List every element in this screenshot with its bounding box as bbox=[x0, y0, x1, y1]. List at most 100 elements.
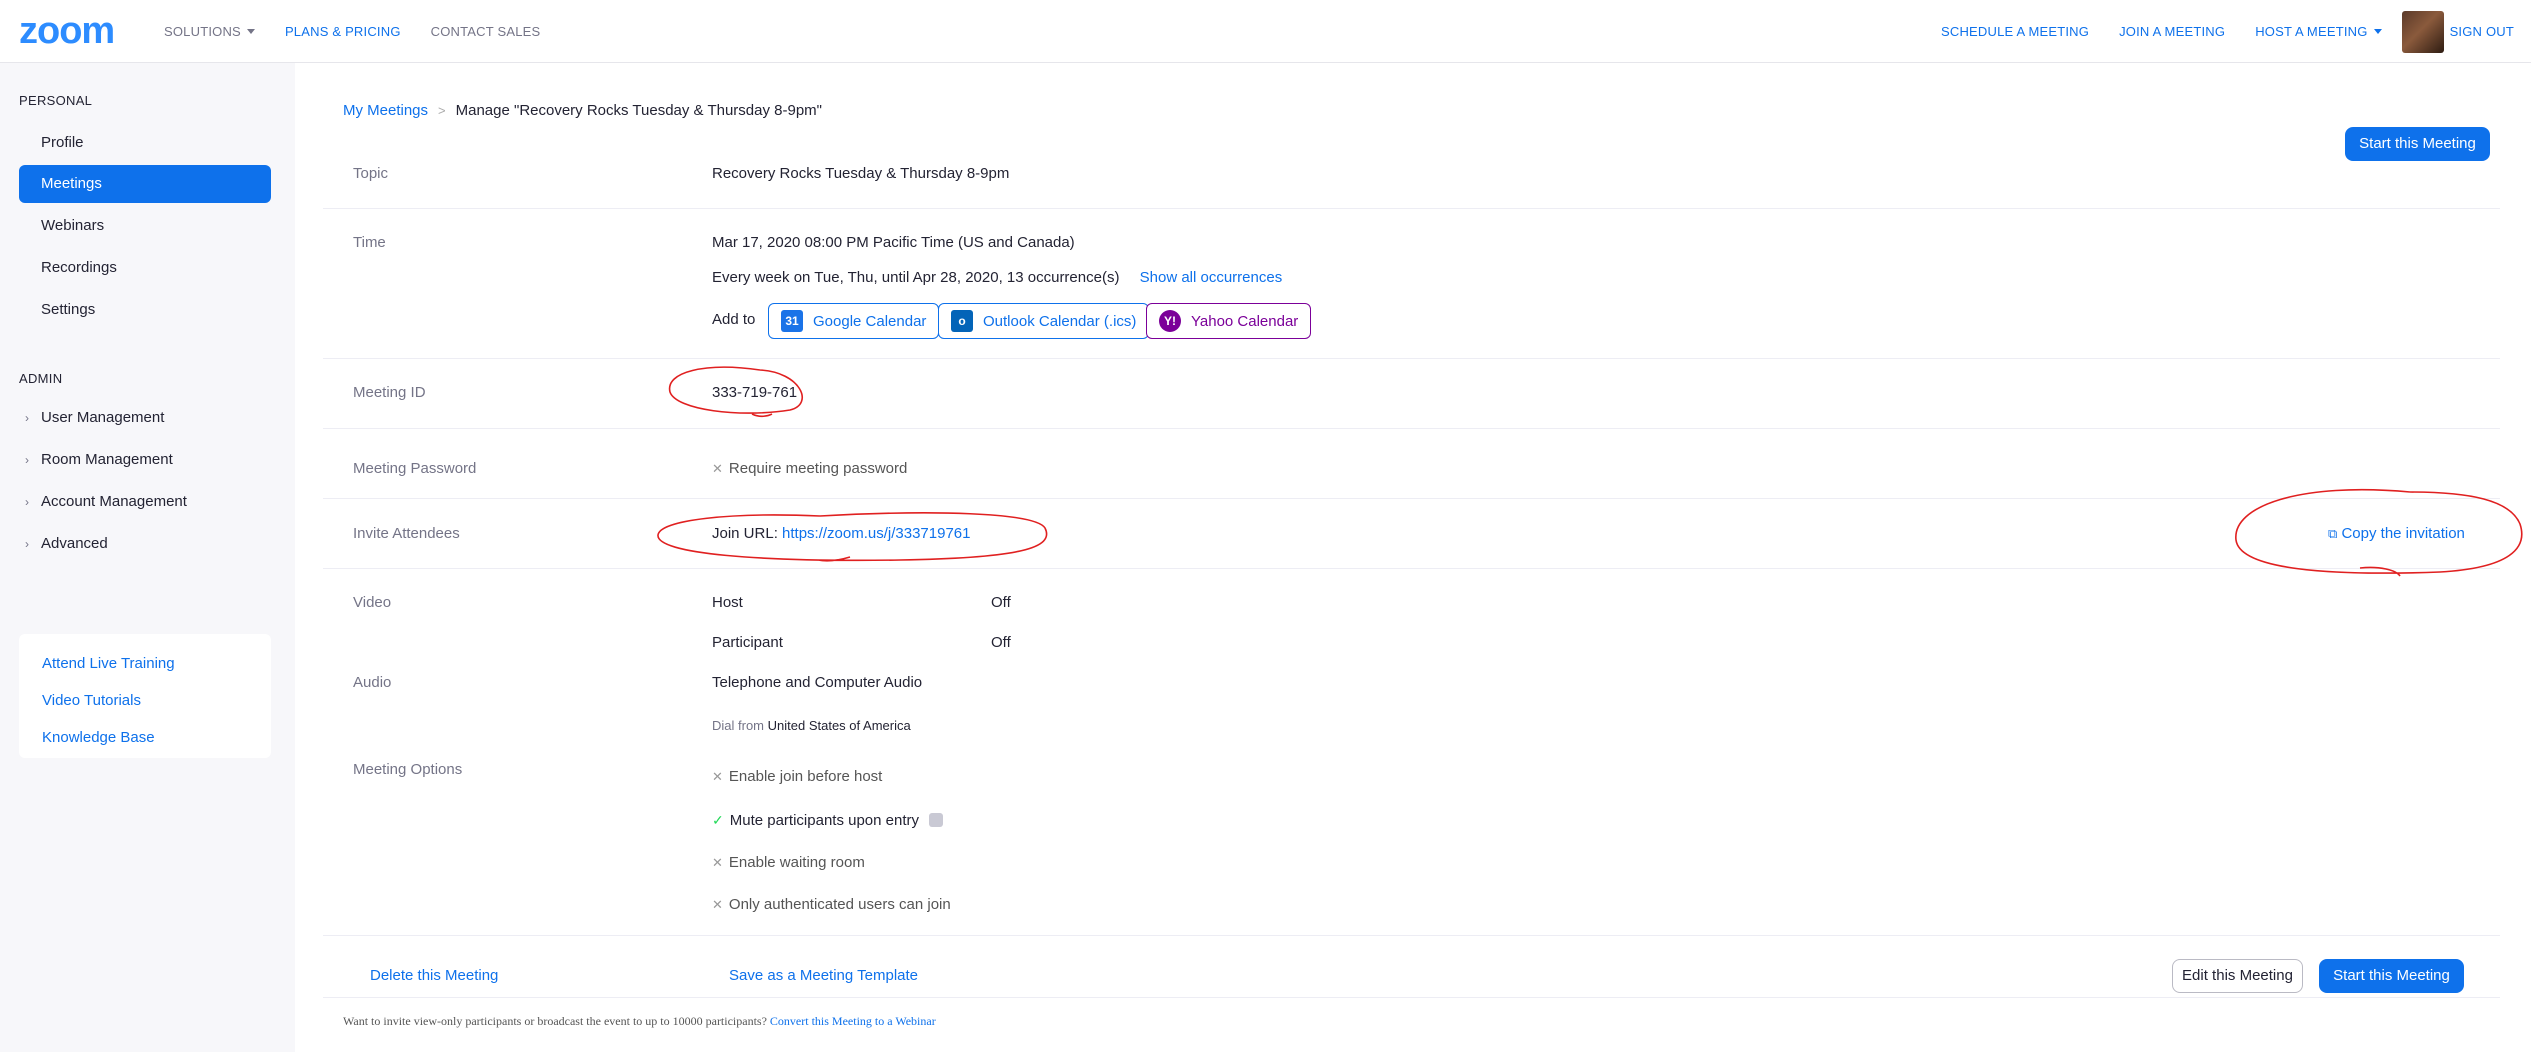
password-text: Require meeting password bbox=[728, 460, 908, 477]
sidebar-item-label: Advanced bbox=[41, 535, 108, 552]
video-participant-label: Participant bbox=[712, 634, 783, 651]
link-knowledge-base[interactable]: Knowledge Base bbox=[42, 729, 155, 746]
chevron-right-icon: › bbox=[25, 537, 29, 551]
sidebar-item-label: Account Management bbox=[41, 493, 187, 510]
chevron-down-icon bbox=[246, 29, 255, 34]
yahoo-calendar-button[interactable]: Y! Yahoo Calendar bbox=[1146, 303, 1312, 339]
show-all-occurrences-link[interactable]: Show all occurrences bbox=[1140, 269, 1283, 286]
google-calendar-icon: 31 bbox=[781, 310, 803, 332]
save-template-link[interactable]: Save as a Meeting Template bbox=[729, 967, 918, 984]
link-attend-live-training[interactable]: Attend Live Training bbox=[42, 655, 175, 672]
meeting-options-label: Meeting Options bbox=[353, 761, 463, 778]
divider bbox=[323, 428, 2500, 429]
link-video-tutorials[interactable]: Video Tutorials bbox=[42, 692, 141, 709]
outlook-calendar-label: Outlook Calendar (.ics) bbox=[983, 312, 1137, 330]
sidebar-item-webinars[interactable]: Webinars bbox=[19, 207, 271, 245]
dial-from-country: United States of America bbox=[767, 718, 911, 733]
option-text: Only authenticated users can join bbox=[728, 896, 951, 913]
join-url-link[interactable]: https://zoom.us/j/333719761 bbox=[782, 525, 970, 542]
outlook-calendar-button[interactable]: o Outlook Calendar (.ics) bbox=[938, 303, 1150, 339]
google-calendar-button[interactable]: 31 Google Calendar bbox=[768, 303, 940, 339]
option-mute-on-entry: ✓ Mute participants upon entry bbox=[712, 812, 944, 829]
meeting-password-value: ✕ Require meeting password bbox=[712, 460, 907, 477]
sidebar-item-meetings[interactable]: Meetings bbox=[19, 165, 271, 203]
nav-host-meeting-label: HOST A MEETING bbox=[2255, 24, 2368, 39]
delete-meeting-link[interactable]: Delete this Meeting bbox=[370, 967, 498, 984]
chevron-down-icon bbox=[2373, 29, 2382, 34]
nav-join-meeting[interactable]: JOIN A MEETING bbox=[2119, 24, 2225, 39]
divider bbox=[323, 568, 2500, 569]
sidebar-item-profile[interactable]: Profile bbox=[19, 124, 271, 162]
sidebar-section-admin: ADMIN bbox=[19, 371, 63, 386]
divider bbox=[323, 997, 2500, 998]
outlook-icon: o bbox=[951, 310, 973, 332]
meeting-id-label: Meeting ID bbox=[353, 384, 426, 401]
time-value: Mar 17, 2020 08:00 PM Pacific Time (US a… bbox=[712, 234, 1075, 251]
breadcrumb-my-meetings[interactable]: My Meetings bbox=[343, 102, 428, 119]
sidebar-item-recordings[interactable]: Recordings bbox=[19, 249, 271, 287]
nav-plans-pricing[interactable]: PLANS & PRICING bbox=[285, 24, 401, 39]
google-calendar-label: Google Calendar bbox=[813, 312, 927, 330]
option-waiting-room: ✕ Enable waiting room bbox=[712, 854, 865, 871]
sidebar-item-room-management[interactable]: › Room Management bbox=[19, 441, 271, 479]
meeting-password-label: Meeting Password bbox=[353, 460, 477, 477]
sidebar-item-advanced[interactable]: › Advanced bbox=[19, 525, 271, 563]
x-icon: ✕ bbox=[712, 897, 723, 912]
secondary-nav: SCHEDULE A MEETING JOIN A MEETING HOST A… bbox=[1911, 0, 2514, 63]
start-meeting-button-bottom[interactable]: Start this Meeting bbox=[2319, 959, 2464, 993]
topic-value: Recovery Rocks Tuesday & Thursday 8-9pm bbox=[712, 165, 1010, 182]
nav-schedule-meeting[interactable]: SCHEDULE A MEETING bbox=[1941, 24, 2089, 39]
sidebar-item-settings[interactable]: Settings bbox=[19, 291, 271, 329]
nav-sign-out[interactable]: SIGN OUT bbox=[2450, 24, 2514, 39]
primary-nav: SOLUTIONS PLANS & PRICING CONTACT SALES bbox=[164, 0, 570, 63]
option-text: Enable waiting room bbox=[728, 854, 865, 871]
x-icon: ✕ bbox=[712, 855, 723, 870]
audio-label: Audio bbox=[353, 674, 392, 691]
x-icon: ✕ bbox=[712, 461, 723, 476]
copy-invitation-label: Copy the invitation bbox=[2341, 525, 2465, 542]
nav-contact-sales[interactable]: CONTACT SALES bbox=[431, 24, 541, 39]
breadcrumb-separator: > bbox=[438, 103, 446, 118]
recurrence-text: Every week on Tue, Thu, until Apr 28, 20… bbox=[712, 269, 1120, 286]
copy-icon: ⧉ bbox=[2328, 526, 2338, 541]
add-to-label: Add to bbox=[712, 311, 756, 328]
convert-to-webinar-link[interactable]: Convert this Meeting to a Webinar bbox=[770, 1014, 936, 1028]
sidebar: PERSONAL Profile Meetings Webinars Recor… bbox=[0, 63, 295, 1052]
time-recurrence: Every week on Tue, Thu, until Apr 28, 20… bbox=[712, 269, 1282, 286]
start-meeting-button-top[interactable]: Start this Meeting bbox=[2345, 127, 2490, 161]
join-url-label: Join URL: bbox=[712, 525, 778, 542]
option-authenticated-users: ✕ Only authenticated users can join bbox=[712, 896, 951, 913]
video-label: Video bbox=[353, 594, 392, 611]
chevron-right-icon: › bbox=[25, 411, 29, 425]
sidebar-section-personal: PERSONAL bbox=[19, 93, 93, 108]
zoom-logo[interactable]: zoom bbox=[19, 12, 115, 50]
nav-solutions[interactable]: SOLUTIONS bbox=[164, 24, 255, 39]
option-text: Enable join before host bbox=[728, 768, 883, 785]
edit-meeting-button[interactable]: Edit this Meeting bbox=[2172, 959, 2303, 993]
breadcrumb: My Meetings > Manage "Recovery Rocks Tue… bbox=[343, 102, 822, 119]
divider bbox=[323, 208, 2500, 209]
time-label: Time bbox=[353, 234, 386, 251]
nav-solutions-label: SOLUTIONS bbox=[164, 24, 241, 39]
divider bbox=[323, 358, 2500, 359]
audio-value: Telephone and Computer Audio bbox=[712, 674, 923, 691]
webinar-upsell-note: Want to invite view-only participants or… bbox=[343, 1014, 936, 1029]
sidebar-item-user-management[interactable]: › User Management bbox=[19, 399, 271, 437]
sidebar-item-label: Room Management bbox=[41, 451, 173, 468]
help-links-box: Attend Live Training Video Tutorials Kno… bbox=[19, 634, 271, 758]
breadcrumb-current: Manage "Recovery Rocks Tuesday & Thursda… bbox=[455, 102, 822, 119]
nav-host-meeting[interactable]: HOST A MEETING bbox=[2255, 24, 2382, 39]
option-text: Mute participants upon entry bbox=[729, 812, 920, 829]
chevron-right-icon: › bbox=[25, 453, 29, 467]
footer-note-text: Want to invite view-only participants or… bbox=[343, 1014, 767, 1028]
avatar[interactable] bbox=[2401, 10, 2444, 53]
info-icon[interactable] bbox=[929, 813, 944, 827]
video-participant-value: Off bbox=[991, 634, 1011, 651]
divider bbox=[323, 498, 2500, 499]
copy-invitation-button[interactable]: ⧉ Copy the invitation bbox=[2328, 525, 2465, 542]
join-url: Join URL: https://zoom.us/j/333719761 bbox=[712, 525, 971, 542]
sidebar-item-account-management[interactable]: › Account Management bbox=[19, 483, 271, 521]
option-join-before-host: ✕ Enable join before host bbox=[712, 768, 882, 785]
yahoo-icon: Y! bbox=[1159, 310, 1181, 332]
dial-from-label: Dial from bbox=[712, 718, 765, 733]
